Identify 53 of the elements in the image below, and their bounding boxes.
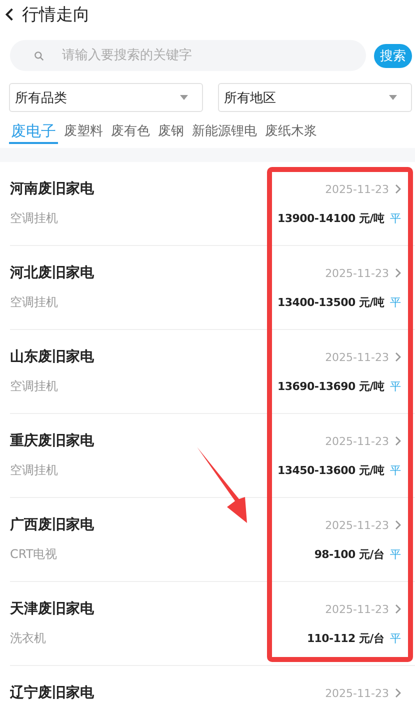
date-text: 2025-11-23 (325, 266, 389, 280)
market-name: 辽宁废旧家电 (10, 684, 94, 702)
trend-text: 平 (390, 631, 401, 646)
category-tab[interactable]: 废钢 (156, 122, 186, 144)
trend-text: 平 (390, 211, 401, 226)
dropdown-caret-icon (180, 95, 188, 100)
market-name: 重庆废旧家电 (10, 432, 94, 450)
page-title: 行情走向 (22, 4, 90, 26)
search-field[interactable]: 请输入要搜索的关键字 (10, 40, 366, 71)
date-text: 2025-11-23 (325, 602, 389, 616)
product-name: CRT电视 (10, 546, 58, 563)
trend-text: 平 (390, 463, 401, 478)
chevron-right-icon[interactable] (395, 604, 401, 614)
market-name: 广西废旧家电 (10, 516, 94, 534)
price-text: 13400-13500 元/吨 (278, 295, 384, 310)
dropdown[interactable]: 所有地区 (218, 83, 412, 112)
product-name: 空调挂机 (10, 294, 58, 311)
date-text: 2025-11-23 (325, 350, 389, 364)
price-text: 110-112 元/台 (306, 631, 384, 646)
dropdown-caret-icon (389, 95, 397, 100)
market-name: 山东废旧家电 (10, 348, 94, 366)
product-name: 空调挂机 (10, 378, 58, 395)
price-text: 98-100 元/台 (314, 547, 384, 562)
market-name: 河南废旧家电 (10, 180, 94, 198)
product-name: 洗衣机 (10, 630, 46, 647)
price-text: 13450-13600 元/吨 (278, 463, 384, 478)
chevron-right-icon[interactable] (395, 184, 401, 194)
trend-text: 平 (390, 547, 401, 562)
chevron-right-icon[interactable] (395, 688, 401, 698)
back-icon[interactable] (5, 8, 14, 20)
market-name: 天津废旧家电 (10, 600, 94, 618)
date-text: 2025-11-23 (325, 182, 389, 196)
chevron-right-icon[interactable] (395, 352, 401, 362)
product-name: 空调挂机 (10, 462, 58, 479)
chevron-right-icon[interactable] (395, 268, 401, 278)
product-name: 空调挂机 (10, 210, 58, 227)
category-tab[interactable]: 废有色 (109, 122, 152, 144)
trend-text: 平 (390, 379, 401, 394)
search-icon (34, 51, 44, 61)
chevron-right-icon[interactable] (395, 436, 401, 446)
chevron-right-icon[interactable] (395, 520, 401, 530)
category-tab[interactable]: 新能源锂电 (190, 122, 259, 144)
category-tab[interactable]: 废纸木浆 (263, 122, 319, 144)
category-tab[interactable]: 废塑料 (62, 122, 105, 144)
market-name: 河北废旧家电 (10, 264, 94, 282)
date-text: 2025-11-23 (325, 518, 389, 532)
date-text: 2025-11-23 (325, 686, 389, 700)
date-text: 2025-11-23 (325, 434, 389, 448)
category-tab[interactable]: 废电子 (9, 122, 58, 144)
price-text: 13690-13690 元/吨 (278, 379, 384, 394)
trend-text: 平 (390, 295, 401, 310)
price-text: 13900-14100 元/吨 (278, 211, 384, 226)
dropdown[interactable]: 所有品类 (9, 83, 203, 112)
